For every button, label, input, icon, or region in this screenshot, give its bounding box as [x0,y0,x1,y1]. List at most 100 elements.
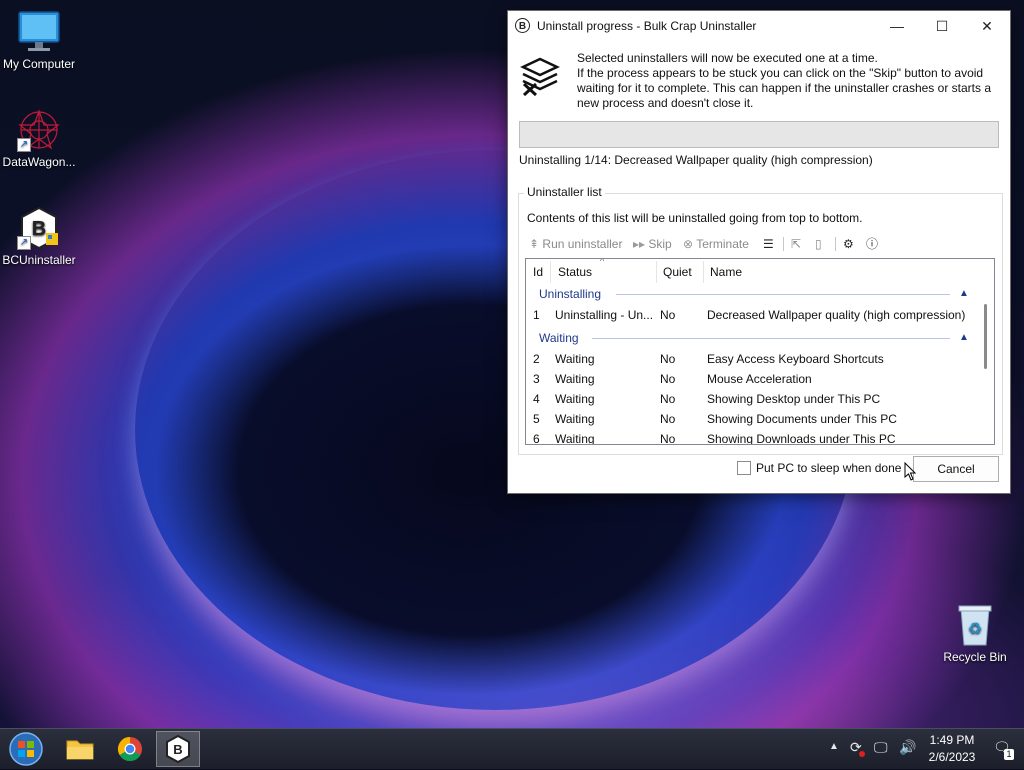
desktop-icon-label: DataWagon... [2,155,76,169]
desktop-icon-bcuninstaller[interactable]: B ↗ BCUninstaller [0,206,84,267]
column-header-quiet[interactable]: Quiet [663,259,692,286]
group-divider-line [592,338,950,339]
fast-forward-icon: ▸▸ [633,237,646,251]
window-title: Uninstall progress - Bulk Crap Uninstall… [537,19,757,33]
notification-count-badge: 1 [1004,749,1014,760]
terminate-button[interactable]: ⊗ Terminate [683,235,749,253]
clock-date[interactable]: 2/6/2023 [922,750,982,764]
uninstall-stack-icon [519,55,561,97]
gear-icon[interactable]: ⚙ [843,235,854,253]
desktop-icon-my-computer[interactable]: My Computer [0,10,84,71]
list-toolbar: ⇞ Run uninstaller ▸▸ Skip ⊗ Terminate ☰ … [527,235,997,253]
sleep-checkbox-label[interactable]: Put PC to sleep when done [756,461,901,475]
table-row[interactable]: 4 Waiting No Showing Desktop under This … [526,389,976,409]
row-status: Waiting [555,412,595,426]
chrome-taskbar-button[interactable] [108,731,152,767]
toolbar-separator [835,237,836,251]
shortcut-arrow-icon: ↗ [17,236,31,250]
terminate-label: Terminate [696,237,749,251]
desktop-icon-recycle-bin[interactable]: ♻ Recycle Bin [930,603,1020,664]
collapse-chevron-icon[interactable]: ▲ [959,289,969,299]
sort-ascending-icon: ^ [600,258,605,266]
run-uninstaller-button[interactable]: ⇞ Run uninstaller [529,235,622,253]
bcuninstaller-icon: B [166,734,190,764]
terminate-icon: ⊗ [683,237,694,251]
recycle-bin-icon: ♻ [953,603,997,647]
column-divider [656,261,657,283]
row-id: 1 [533,308,540,322]
close-button[interactable]: ✕ [964,11,1010,41]
clock-time[interactable]: 1:49 PM [922,733,982,747]
volume-icon[interactable]: 🔊 [899,739,916,756]
column-divider [703,261,704,283]
svg-text:B: B [173,742,182,757]
file-explorer-taskbar-button[interactable] [58,731,102,767]
table-row[interactable]: 3 Waiting No Mouse Acceleration [526,369,976,389]
sync-error-badge [859,751,865,757]
uninstaller-list[interactable]: Id Status ^ Quiet Name Uninstalling ▲ 1 … [525,258,995,445]
list-scrollbar[interactable] [977,286,994,443]
scrollbar-thumb[interactable] [984,304,987,369]
intro-line: If the process appears to be stuck you c… [577,66,984,80]
show-hidden-icons-chevron-icon[interactable]: ▲ [829,741,839,752]
group-header-uninstalling[interactable]: Uninstalling [539,285,601,303]
uninstaller-list-label: Uninstaller list [524,185,605,199]
minimize-button[interactable]: — [874,11,920,41]
run-uninstaller-label: Run uninstaller [542,237,623,251]
monitor-icon [17,10,61,54]
start-button[interactable] [4,731,48,767]
column-header-name[interactable]: Name [710,259,742,286]
row-status: Waiting [555,392,595,406]
bcuninstaller-icon: B ↗ [17,206,61,250]
list-description: Contents of this list will be uninstalle… [527,211,863,225]
properties-icon[interactable]: ▯ [815,235,822,253]
group-divider-line [616,294,950,295]
skip-button[interactable]: ▸▸ Skip [633,235,672,253]
row-id: 3 [533,372,540,386]
row-id: 4 [533,392,540,406]
svg-text:♻: ♻ [968,621,982,638]
collapse-chevron-icon[interactable]: ▲ [959,333,969,343]
mouse-cursor-icon [904,461,917,484]
desktop-icon-datawagon[interactable]: ↗ DataWagon... [0,108,84,169]
table-row[interactable]: 5 Waiting No Showing Documents under Thi… [526,409,976,429]
row-name: Showing Documents under This PC [707,412,897,426]
window-body: Selected uninstallers will now be execut… [508,41,1010,493]
row-quiet: No [660,432,676,445]
toolbar-separator [783,237,784,251]
svg-text:B: B [32,218,46,240]
row-id: 6 [533,432,540,445]
window-titlebar[interactable]: B Uninstall progress - Bulk Crap Uninsta… [508,11,1010,41]
intro-line: Selected uninstallers will now be execut… [577,51,878,65]
row-quiet: No [660,392,676,406]
table-row[interactable]: 6 Waiting No Showing Downloads under Thi… [526,429,976,445]
table-row[interactable]: 1 Uninstalling - Un... No Decreased Wall… [526,305,976,325]
group-header-waiting[interactable]: Waiting [539,329,579,347]
bcuninstaller-taskbar-button[interactable]: B [156,731,200,767]
maximize-button[interactable]: ☐ [919,11,965,41]
column-divider [550,261,551,283]
info-icon[interactable]: ⓘ [866,235,878,253]
desktop-icon-label: Recycle Bin [943,650,1007,664]
progress-bar [519,121,999,148]
intro-line: new process and doesn't close it. [577,96,754,110]
column-header-id[interactable]: Id [533,259,543,286]
desktop-icon-label: BCUninstaller [2,253,76,267]
skip-label: Skip [648,237,672,251]
run-arrow-icon: ⇞ [529,237,540,251]
desktop-icon-label: My Computer [2,57,76,71]
column-header-status[interactable]: Status [558,259,592,286]
row-status: Waiting [555,432,595,445]
row-name: Decreased Wallpaper quality (high compre… [707,308,966,322]
network-icon[interactable]: 🖵 [874,739,888,756]
row-name: Showing Desktop under This PC [707,392,881,406]
status-text: Uninstalling 1/14: Decreased Wallpaper q… [519,153,873,167]
bcu-app-icon: B [515,18,530,33]
cancel-button[interactable]: Cancel [913,456,999,482]
sleep-checkbox[interactable] [737,461,751,475]
open-external-icon[interactable]: ⇱ [791,235,801,253]
table-row[interactable]: 2 Waiting No Easy Access Keyboard Shortc… [526,349,976,369]
list-view-icon[interactable]: ☰ [763,235,774,253]
desktop-background: My Computer ↗ DataWagon... B ↗ BCUninsta… [0,0,1024,728]
intro-text: Selected uninstallers will now be execut… [577,51,997,111]
